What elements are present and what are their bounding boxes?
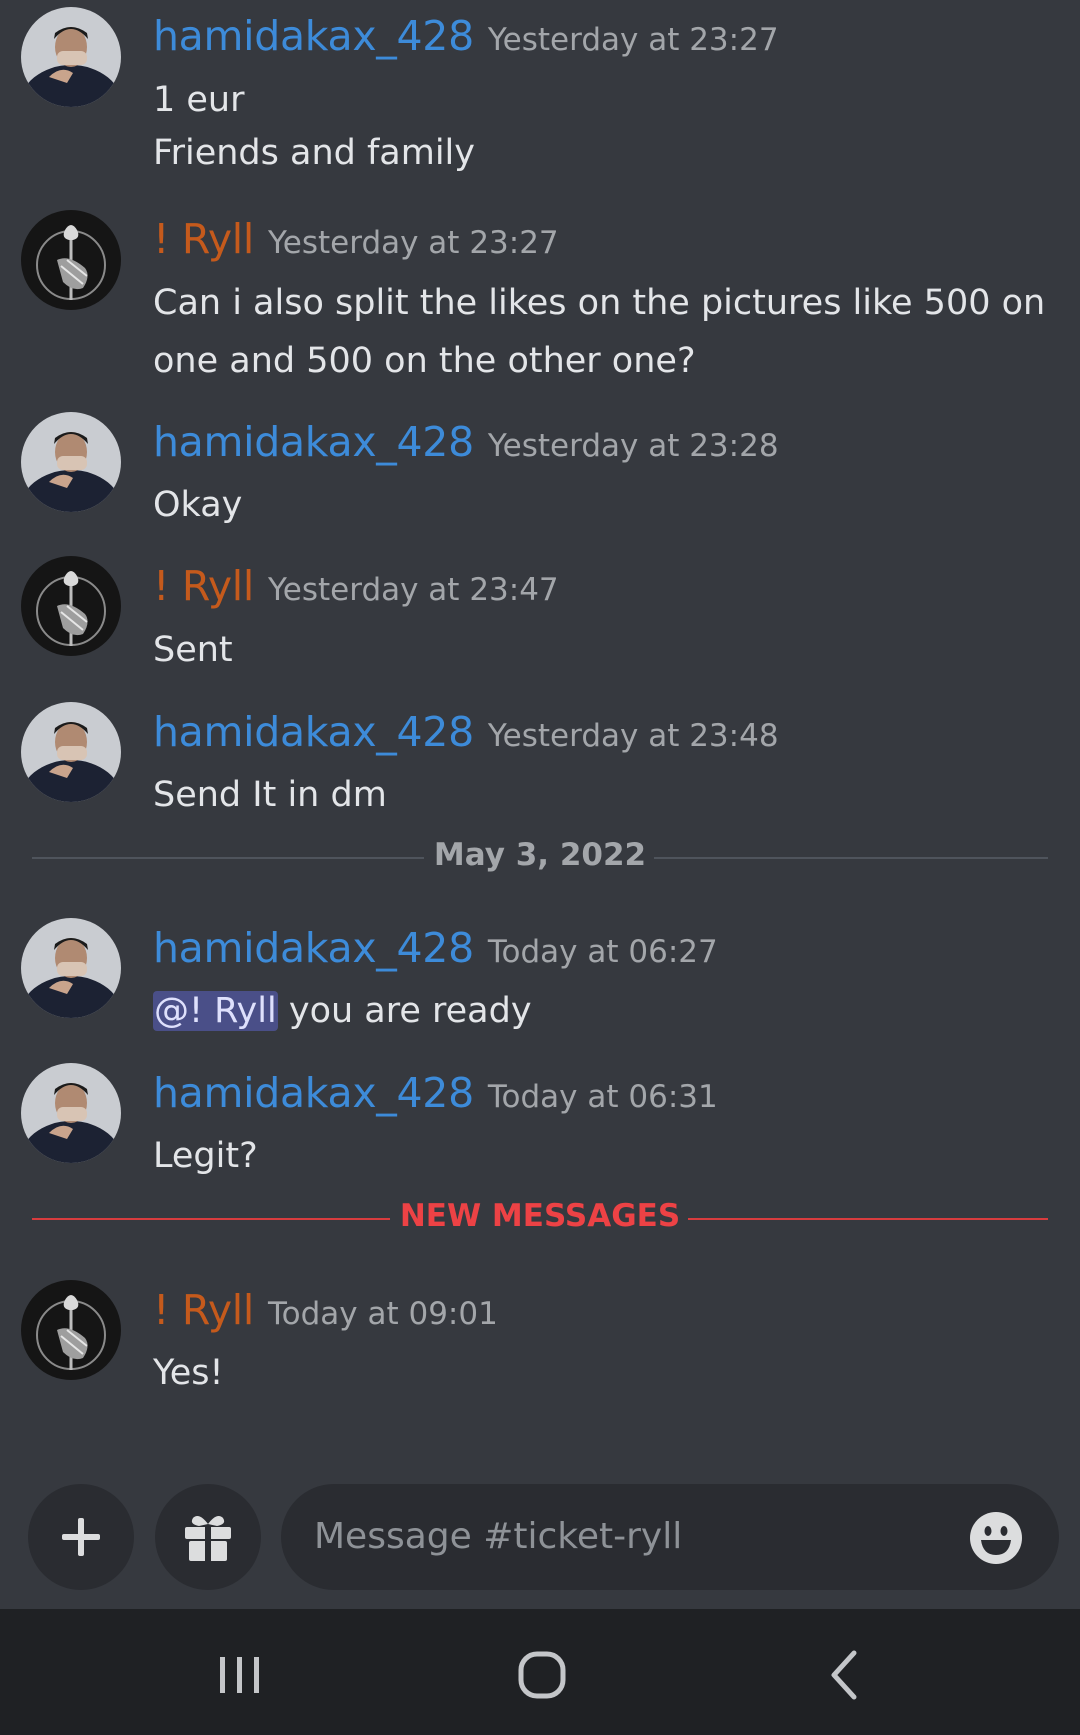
timestamp: Yesterday at 23:27 — [267, 225, 559, 261]
username[interactable]: ! Ryll — [153, 215, 254, 263]
message-text: Legit? — [153, 1136, 258, 1176]
gift-button[interactable] — [155, 1484, 261, 1590]
message-text: @! Ryll you are ready — [153, 983, 532, 1039]
date-divider: May 3, 2022 — [32, 837, 1048, 877]
message-text: Can i also split the likes on the pictur… — [153, 283, 1046, 323]
avatar[interactable] — [21, 556, 121, 656]
message-text: 1 eur — [153, 80, 245, 120]
recent-apps-icon[interactable] — [200, 1635, 280, 1715]
new-messages-divider: NEW MESSAGES — [32, 1198, 1048, 1238]
timestamp: Yesterday at 23:47 — [267, 572, 559, 608]
username[interactable]: hamidakax_428 — [153, 418, 474, 466]
avatar[interactable] — [21, 210, 121, 310]
timestamp: Yesterday at 23:27 — [487, 22, 779, 58]
date-divider-label: May 3, 2022 — [433, 837, 647, 873]
home-icon[interactable] — [502, 1635, 582, 1715]
plus-button[interactable] — [28, 1484, 134, 1590]
message-text: Send It in dm — [153, 775, 387, 815]
timestamp: Today at 09:01 — [267, 1296, 498, 1332]
message-text: Okay — [153, 485, 243, 525]
timestamp: Today at 06:31 — [487, 1079, 718, 1115]
chat-screen: hamidakax_428 Yesterday at 23:27 1 eur Fr… — [0, 0, 1080, 1735]
timestamp: Yesterday at 23:48 — [487, 718, 779, 754]
gift-icon — [185, 1516, 231, 1561]
back-icon[interactable] — [806, 1635, 886, 1715]
message-text: Yes! — [153, 1353, 224, 1393]
avatar[interactable] — [21, 7, 121, 107]
message-text: one and 500 on the other one? — [153, 341, 696, 381]
new-messages-label: NEW MESSAGES — [399, 1198, 681, 1234]
timestamp: Yesterday at 23:28 — [487, 428, 779, 464]
avatar[interactable] — [21, 702, 121, 802]
message-input[interactable]: Message #ticket-ryll — [281, 1484, 1059, 1590]
username[interactable]: hamidakax_428 — [153, 1069, 474, 1117]
username[interactable]: ! Ryll — [153, 562, 254, 610]
avatar[interactable] — [21, 1280, 121, 1380]
system-navbar — [0, 1609, 1080, 1735]
avatar[interactable] — [21, 918, 121, 1018]
username[interactable]: hamidakax_428 — [153, 924, 474, 972]
message-text: Friends and family — [153, 133, 475, 173]
emoji-icon[interactable] — [969, 1511, 1023, 1565]
username[interactable]: ! Ryll — [153, 1286, 254, 1334]
username[interactable]: hamidakax_428 — [153, 708, 474, 756]
message-input-placeholder: Message #ticket-ryll — [314, 1516, 683, 1557]
message-text-rest: you are ready — [277, 991, 532, 1031]
avatar[interactable] — [21, 1063, 121, 1163]
user-mention[interactable]: @! Ryll — [153, 991, 278, 1031]
message-text: Sent — [153, 630, 233, 670]
avatar[interactable] — [21, 412, 121, 512]
plus-icon — [62, 1518, 100, 1556]
username[interactable]: hamidakax_428 — [153, 12, 474, 60]
timestamp: Today at 06:27 — [487, 934, 718, 970]
